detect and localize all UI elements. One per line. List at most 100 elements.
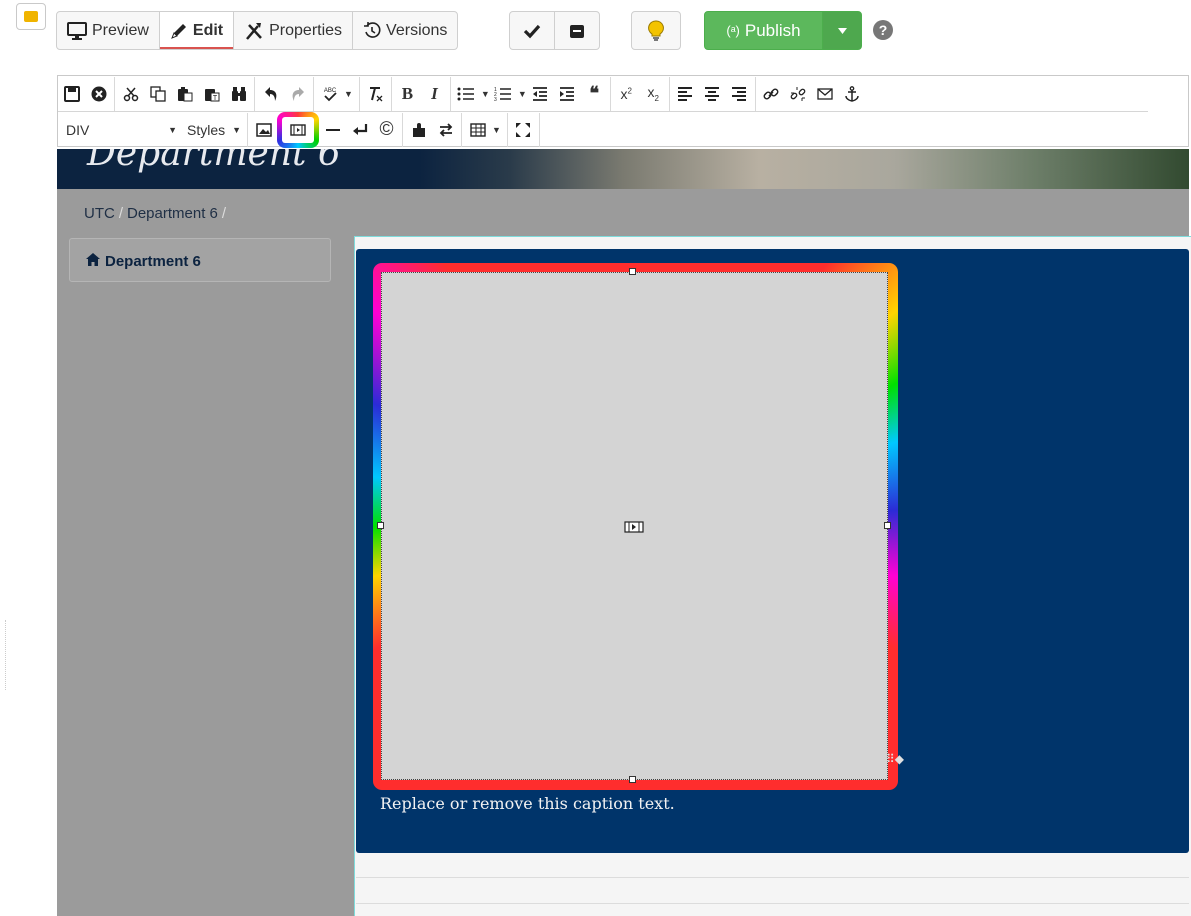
publish-label: Publish [744,20,801,40]
tips-group [631,11,681,50]
table-dropdown-icon[interactable]: ▼ [492,125,501,135]
subscript-icon[interactable]: x2 [640,80,667,108]
video-placeholder[interactable] [381,272,888,780]
resize-handle[interactable] [629,268,636,275]
remove-format-icon[interactable] [362,80,389,108]
unlink-icon[interactable] [785,80,812,108]
table-icon[interactable] [464,116,491,144]
check-group [509,11,600,50]
divider [5,620,7,690]
check-icon [523,23,541,39]
tips-button[interactable] [631,11,681,50]
cancel-icon[interactable] [85,80,112,108]
home-icon [86,253,100,270]
resize-handle[interactable] [884,522,891,529]
video-icon[interactable] [277,112,320,148]
spellcheck-dropdown-icon[interactable]: ▼ [344,89,353,99]
bold-icon[interactable]: B [394,80,421,108]
side-nav: Department 6 [69,238,331,282]
align-left-icon[interactable] [672,80,699,108]
swap-icon[interactable] [432,116,459,144]
paste-icon[interactable] [171,80,198,108]
numbered-list-icon[interactable]: 123 [490,80,517,108]
plugin-icon[interactable] [405,116,432,144]
format-dropdown-icon: ▼ [168,125,177,135]
outdent-icon[interactable] [527,80,554,108]
folder-button[interactable] [16,3,46,30]
properties-button[interactable]: Properties [233,11,354,50]
indent-icon[interactable] [554,80,581,108]
format-select-value: DIV [66,122,90,138]
image-icon[interactable] [250,116,277,144]
help-icon[interactable]: ? [873,20,893,40]
cut-icon[interactable] [117,80,144,108]
side-nav-item-department[interactable]: Department 6 [86,253,201,270]
preview-button[interactable]: Preview [56,11,160,50]
lightbulb-icon [648,19,664,42]
superscript-icon[interactable]: x2 [613,80,640,108]
breadcrumb-item[interactable]: Department 6 [127,205,218,222]
banner-title: Department 6 [87,149,341,174]
versions-label: Versions [386,21,448,39]
edit-label: Edit [192,21,224,39]
history-icon [363,21,381,40]
view-mode-group: Preview Edit Properties Versions [56,11,459,50]
maximize-icon[interactable] [510,116,537,144]
resize-handle[interactable] [629,776,636,783]
align-center-icon[interactable] [699,80,726,108]
italic-icon[interactable]: I [421,80,448,108]
editor-toolbar: T ABC ▼ B I ▼ 123 ▼ ❝ x2 x2 DIV ▼ Styles… [57,75,1189,148]
styles-label: Styles [187,122,226,138]
svg-text:?: ? [879,22,888,38]
blockquote-icon[interactable]: ❝ [581,80,608,108]
find-icon[interactable] [225,80,252,108]
svg-text:T: T [212,95,217,102]
line-break-icon[interactable] [346,116,373,144]
archive-icon [568,22,586,40]
anchor-icon[interactable] [839,80,866,108]
archive-button[interactable] [554,11,600,50]
check-button[interactable] [509,11,555,50]
save-icon[interactable] [58,80,85,108]
breadcrumb: UTC / Department 6/ [84,205,227,222]
svg-text:3: 3 [494,97,497,102]
page-banner: Department 6 [57,149,1189,189]
edit-button[interactable]: Edit [158,11,235,50]
resize-grip-icon[interactable]: ⠿◆ [886,752,904,766]
folder-icon [24,11,38,22]
publish-dropdown-button[interactable] [822,11,862,50]
spellcheck-icon[interactable]: ABC [316,80,343,108]
redo-icon[interactable] [284,80,311,108]
format-select[interactable]: DIV ▼ [58,115,183,145]
properties-label: Properties [269,21,343,39]
resize-handle[interactable] [377,522,384,529]
bulleted-list-dropdown-icon[interactable]: ▼ [481,89,490,99]
video-placeholder-icon [624,521,644,533]
caret-down-icon [837,27,847,34]
preview-label: Preview [92,21,149,39]
divider [356,903,1189,904]
horizontal-rule-icon[interactable] [319,116,346,144]
side-nav-label: Department 6 [105,253,201,270]
bulleted-list-icon[interactable] [453,80,480,108]
pencil-icon [170,22,188,40]
breadcrumb-item[interactable]: UTC [84,205,115,222]
paste-text-icon[interactable]: T [198,80,225,108]
styles-dropdown-icon: ▼ [232,125,242,135]
copyright-icon[interactable]: © [373,116,400,144]
numbered-list-dropdown-icon[interactable]: ▼ [518,89,527,99]
monitor-icon [67,21,87,40]
undo-icon[interactable] [257,80,284,108]
divider [356,877,1189,878]
publish-button[interactable]: (ᵃ) Publish [704,11,823,50]
align-right-icon[interactable] [726,80,753,108]
toolbar-row-2: DIV ▼ Styles ▼ © ▼ [58,112,542,148]
image-caption[interactable]: Replace or remove this caption text. [380,794,675,813]
copy-icon[interactable] [144,80,171,108]
broadcast-icon: (ᵃ) [726,23,740,38]
styles-select[interactable]: Styles ▼ [183,115,245,145]
email-icon[interactable] [812,80,839,108]
tools-icon [244,22,264,40]
link-icon[interactable] [758,80,785,108]
versions-button[interactable]: Versions [352,11,459,50]
